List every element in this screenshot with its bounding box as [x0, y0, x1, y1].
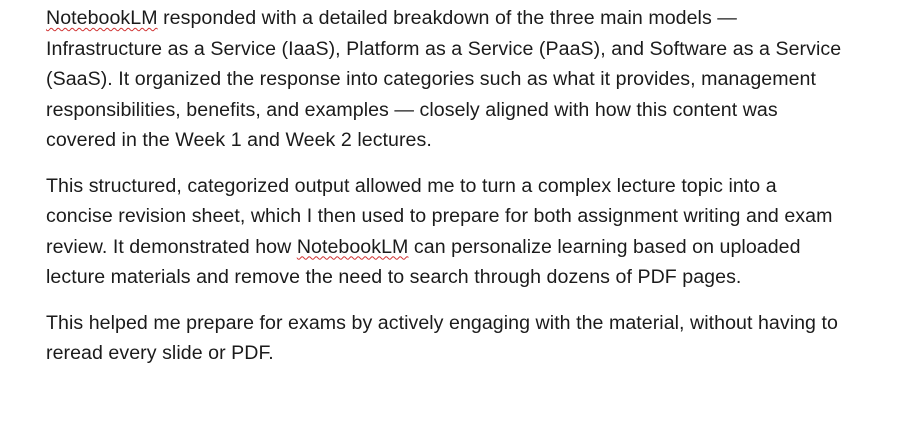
text-run: can personalize learning based on upload…: [408, 235, 801, 258]
text-line: NotebookLM responded with a detailed bre…: [46, 3, 896, 34]
text-line: covered in the Week 1 and Week 2 lecture…: [46, 129, 432, 151]
text-line: reread every slide or PDF.: [46, 342, 274, 364]
text-line: review. It demonstrated how NotebookLM c…: [46, 232, 896, 263]
text-line: (SaaS). It organized the response into c…: [46, 68, 816, 90]
text-run: responded with a detailed breakdown of t…: [157, 7, 737, 29]
spellcheck-flagged-word[interactable]: NotebookLM: [297, 236, 409, 258]
text-run: review. It demonstrated how: [46, 235, 297, 258]
text-line: concise revision sheet, which I then use…: [46, 205, 833, 227]
document-body[interactable]: NotebookLM responded with a detailed bre…: [46, 3, 896, 384]
paragraph-1: NotebookLM responded with a detailed bre…: [46, 3, 896, 156]
text-line: responsibilities, benefits, and examples…: [46, 98, 778, 121]
text-line: lecture materials and remove the need to…: [46, 266, 742, 288]
text-line: This structured, categorized output allo…: [46, 174, 777, 197]
paragraph-3: This helped me prepare for exams by acti…: [46, 308, 896, 369]
text-line: Infrastructure as a Service (IaaS), Plat…: [46, 37, 842, 60]
paragraph-2: This structured, categorized output allo…: [46, 171, 896, 293]
spellcheck-flagged-word[interactable]: NotebookLM: [46, 7, 158, 29]
text-line: This helped me prepare for exams by acti…: [46, 311, 838, 334]
